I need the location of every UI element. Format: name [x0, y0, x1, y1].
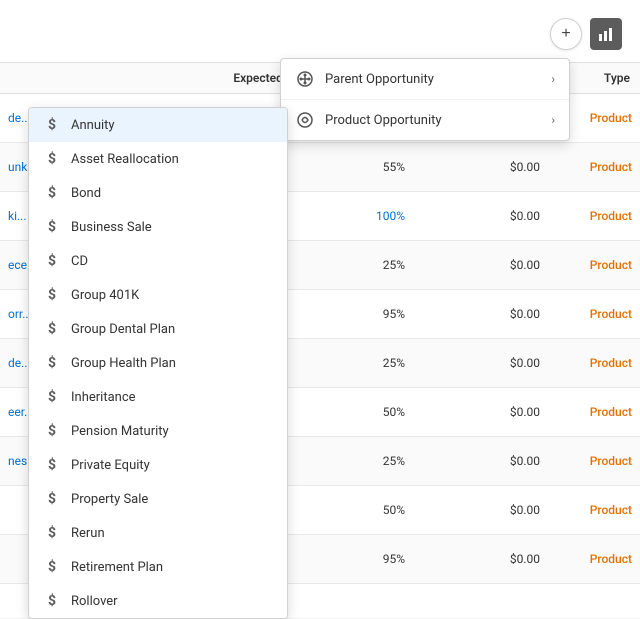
- row-percent: 50%: [383, 503, 405, 517]
- product-opportunity-label: Product Opportunity: [325, 113, 541, 128]
- dropdown-item-property-sale[interactable]: $ Property Sale: [29, 482, 287, 516]
- dropdown-item-pension-maturity[interactable]: $ Pension Maturity: [29, 414, 287, 448]
- dollar-icon: $: [43, 287, 61, 303]
- dollar-icon: $: [43, 219, 61, 235]
- dropdown-item-asset-reallocation[interactable]: $ Asset Reallocation: [29, 142, 287, 176]
- dollar-icon: $: [43, 525, 61, 541]
- dollar-icon: $: [43, 457, 61, 473]
- parent-opportunity-label: Parent Opportunity: [325, 72, 541, 87]
- chart-icon: [598, 26, 614, 42]
- dropdown-item-label: Group Health Plan: [71, 356, 176, 371]
- row-type: Product: [590, 307, 632, 321]
- dropdown-item-label: Group 401K: [71, 288, 139, 303]
- dropdown-item-label: Private Equity: [71, 458, 150, 473]
- dollar-icon: $: [43, 593, 61, 609]
- row-percent: 95%: [383, 307, 405, 321]
- product-opportunity-arrow: ›: [551, 113, 555, 127]
- row-percent: 95%: [383, 552, 405, 566]
- dropdown-item-group-health-plan[interactable]: $ Group Health Plan: [29, 346, 287, 380]
- dropdown-item-cd[interactable]: $ CD: [29, 244, 287, 278]
- dollar-icon: $: [43, 389, 61, 405]
- dollar-icon: $: [43, 491, 61, 507]
- parent-opportunity-icon: [295, 69, 315, 89]
- dropdown-item-label: Business Sale: [71, 220, 152, 235]
- parent-opportunity-arrow: ›: [551, 72, 555, 86]
- context-menu-item-product-opportunity[interactable]: Product Opportunity ›: [281, 100, 569, 140]
- row-type: Product: [590, 356, 632, 370]
- dropdown-item-business-sale[interactable]: $ Business Sale: [29, 210, 287, 244]
- dropdown-item-label: Retirement Plan: [71, 560, 163, 575]
- row-amount: $0.00: [510, 258, 540, 272]
- dropdown-item-retirement-plan[interactable]: $ Retirement Plan: [29, 550, 287, 584]
- row-type: Product: [590, 552, 632, 566]
- row-type: Product: [590, 209, 632, 223]
- context-menu: Parent Opportunity › Product Opportunity…: [280, 58, 570, 141]
- dollar-icon: $: [43, 185, 61, 201]
- row-amount: $0.00: [510, 454, 540, 468]
- row-percent: 100%: [376, 209, 405, 223]
- row-type: Product: [590, 258, 632, 272]
- dropdown-item-label: CD: [71, 254, 88, 269]
- row-type: Product: [590, 111, 632, 125]
- dollar-icon: $: [43, 355, 61, 371]
- row-type: Product: [590, 503, 632, 517]
- row-type: Product: [590, 454, 632, 468]
- dropdown-item-group-401k[interactable]: $ Group 401K: [29, 278, 287, 312]
- row-amount: $0.00: [510, 356, 540, 370]
- row-type: Product: [590, 160, 632, 174]
- row-percent: 25%: [383, 258, 405, 272]
- dropdown-item-label: Asset Reallocation: [71, 152, 179, 167]
- dollar-icon: $: [43, 253, 61, 269]
- product-opportunity-icon: [295, 110, 315, 130]
- dropdown-item-rerun[interactable]: $ Rerun: [29, 516, 287, 550]
- dropdown-item-rollover[interactable]: $ Rollover: [29, 584, 287, 618]
- row-amount: $0.00: [510, 160, 540, 174]
- dropdown-item-label: Group Dental Plan: [71, 322, 175, 337]
- row-percent: 25%: [383, 356, 405, 370]
- dollar-icon: $: [43, 151, 61, 167]
- row-amount: $0.00: [510, 552, 540, 566]
- row-amount: $0.00: [510, 405, 540, 419]
- chart-button[interactable]: [590, 18, 622, 50]
- dropdown-item-label: Pension Maturity: [71, 424, 169, 439]
- dropdown-item-label: Property Sale: [71, 492, 148, 507]
- row-amount: $0.00: [510, 503, 540, 517]
- dropdown-item-private-equity[interactable]: $ Private Equity: [29, 448, 287, 482]
- toolbar: +: [550, 18, 622, 50]
- dropdown-item-label: Rollover: [71, 594, 118, 609]
- dropdown-item-label: Bond: [71, 186, 101, 201]
- row-amount: $0.00: [510, 209, 540, 223]
- add-button[interactable]: +: [550, 18, 582, 50]
- dropdown-item-label: Annuity: [71, 118, 115, 133]
- dropdown-item-label: Rerun: [71, 526, 105, 541]
- dollar-icon: $: [43, 423, 61, 439]
- dropdown-item-group-dental-plan[interactable]: $ Group Dental Plan: [29, 312, 287, 346]
- row-percent: 25%: [383, 454, 405, 468]
- row-percent: 50%: [383, 405, 405, 419]
- dropdown-item-annuity[interactable]: $ Annuity: [29, 108, 287, 142]
- row-name[interactable]: ki...: [8, 209, 27, 223]
- dropdown-list: $ Annuity $ Asset Reallocation $ Bond $ …: [28, 107, 288, 619]
- type-header: Type: [604, 71, 630, 85]
- dollar-icon: $: [43, 321, 61, 337]
- row-type: Product: [590, 405, 632, 419]
- dropdown-item-inheritance[interactable]: $ Inheritance: [29, 380, 287, 414]
- dollar-icon: $: [43, 559, 61, 575]
- row-percent: 55%: [383, 160, 405, 174]
- context-menu-item-parent-opportunity[interactable]: Parent Opportunity ›: [281, 59, 569, 100]
- dropdown-item-label: Inheritance: [71, 390, 136, 405]
- row-amount: $0.00: [510, 307, 540, 321]
- dropdown-item-bond[interactable]: $ Bond: [29, 176, 287, 210]
- dollar-icon: $: [43, 117, 61, 133]
